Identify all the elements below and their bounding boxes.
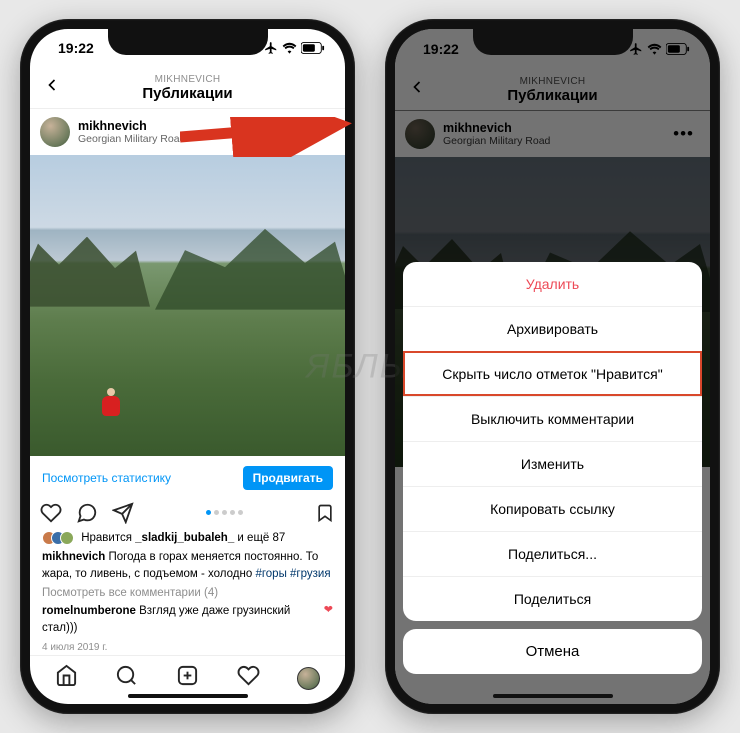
sheet-item-disable-comments[interactable]: Выключить комментарии <box>403 396 702 441</box>
post-photo[interactable] <box>30 155 345 456</box>
back-button[interactable] <box>42 75 62 100</box>
caption-username[interactable]: mikhnevich <box>42 551 105 563</box>
like-button[interactable] <box>40 502 62 524</box>
post-location: Georgian Military Road <box>78 133 185 145</box>
likes-avatars <box>42 531 74 545</box>
home-indicator <box>128 694 248 698</box>
chevron-left-icon <box>42 75 62 95</box>
sheet-item-copy-link[interactable]: Копировать ссылку <box>403 486 702 531</box>
carousel-pager <box>206 510 243 515</box>
phone-right: 19:22 MIKHNEVICH Публикации mikhnevich G… <box>385 19 720 714</box>
notch <box>473 29 633 55</box>
navbar-title: Публикации <box>30 85 345 102</box>
send-icon <box>112 502 134 524</box>
post-actions <box>30 498 345 530</box>
phone-left: 19:22 MIKHNEVICH Публикации mikhnevich G… <box>20 19 355 714</box>
comment-username[interactable]: romelnumberone <box>42 605 136 617</box>
post-meta: Нравится _sladkij_bubaleh_ и ещё 87 mikh… <box>30 530 345 656</box>
home-indicator <box>493 694 613 698</box>
save-button[interactable] <box>315 502 335 524</box>
post-header-names[interactable]: mikhnevich Georgian Military Road <box>78 119 185 145</box>
sheet-item-share-to[interactable]: Поделиться... <box>403 531 702 576</box>
person-shape <box>100 388 122 416</box>
comment-icon <box>76 502 98 524</box>
navbar-subtitle: MIKHNEVICH <box>30 74 345 85</box>
caption-hashtags[interactable]: #горы #грузия <box>255 568 330 580</box>
tab-home[interactable] <box>55 664 78 692</box>
search-icon <box>115 664 138 687</box>
heart-icon <box>40 502 62 524</box>
promote-button[interactable]: Продвигать <box>243 466 333 490</box>
comment-row: romelnumberone Взгляд уже даже грузински… <box>42 603 333 636</box>
profile-avatar-icon <box>297 667 320 690</box>
status-time: 19:22 <box>58 40 94 56</box>
tab-profile[interactable] <box>297 667 320 690</box>
screen-right: 19:22 MIKHNEVICH Публикации mikhnevich G… <box>395 29 710 704</box>
avatar[interactable] <box>40 117 70 147</box>
bookmark-icon <box>315 502 335 524</box>
likes-row[interactable]: Нравится _sladkij_bubaleh_ и ещё 87 <box>42 530 333 547</box>
status-icons <box>264 41 325 55</box>
caption: mikhnevich Погода в горах меняется посто… <box>42 549 333 582</box>
annotation-arrow <box>180 117 360 157</box>
post-date: 4 июля 2019 г. <box>42 641 333 656</box>
navbar: MIKHNEVICH Публикации <box>30 68 345 109</box>
tab-create[interactable] <box>176 664 199 692</box>
share-button[interactable] <box>112 502 134 524</box>
comment-button[interactable] <box>76 502 98 524</box>
navbar-title-group: MIKHNEVICH Публикации <box>30 74 345 102</box>
action-sheet-options: Удалить Архивировать Скрыть число отмето… <box>403 262 702 621</box>
sheet-item-edit[interactable]: Изменить <box>403 441 702 486</box>
sheet-item-share[interactable]: Поделиться <box>403 576 702 621</box>
battery-icon <box>301 42 325 54</box>
likes-suffix: и ещё 87 <box>234 532 285 544</box>
tab-activity[interactable] <box>237 664 260 692</box>
plus-square-icon <box>176 664 199 687</box>
sheet-item-delete[interactable]: Удалить <box>403 262 702 306</box>
notch <box>108 29 268 55</box>
mountain-shape <box>155 225 345 310</box>
sheet-cancel-button[interactable]: Отмена <box>403 629 702 674</box>
heart-icon <box>237 664 260 687</box>
post-username: mikhnevich <box>78 119 185 133</box>
likes-prefix: Нравится <box>81 532 135 544</box>
tab-search[interactable] <box>115 664 138 692</box>
stats-row: Посмотреть статистику Продвигать <box>30 456 345 498</box>
sheet-item-hide-likes[interactable]: Скрыть число отметок "Нравится" <box>403 351 702 396</box>
sheet-item-archive[interactable]: Архивировать <box>403 306 702 351</box>
mountain-shape <box>30 237 150 307</box>
wifi-icon <box>282 42 297 54</box>
action-sheet: Удалить Архивировать Скрыть число отмето… <box>403 262 702 696</box>
view-all-comments[interactable]: Посмотреть все комментарии (4) <box>42 585 333 602</box>
likes-user: _sladkij_bubaleh_ <box>135 532 234 544</box>
comment-like-icon[interactable]: ❤ <box>324 603 333 619</box>
home-icon <box>55 664 78 687</box>
view-insights-link[interactable]: Посмотреть статистику <box>42 471 171 485</box>
